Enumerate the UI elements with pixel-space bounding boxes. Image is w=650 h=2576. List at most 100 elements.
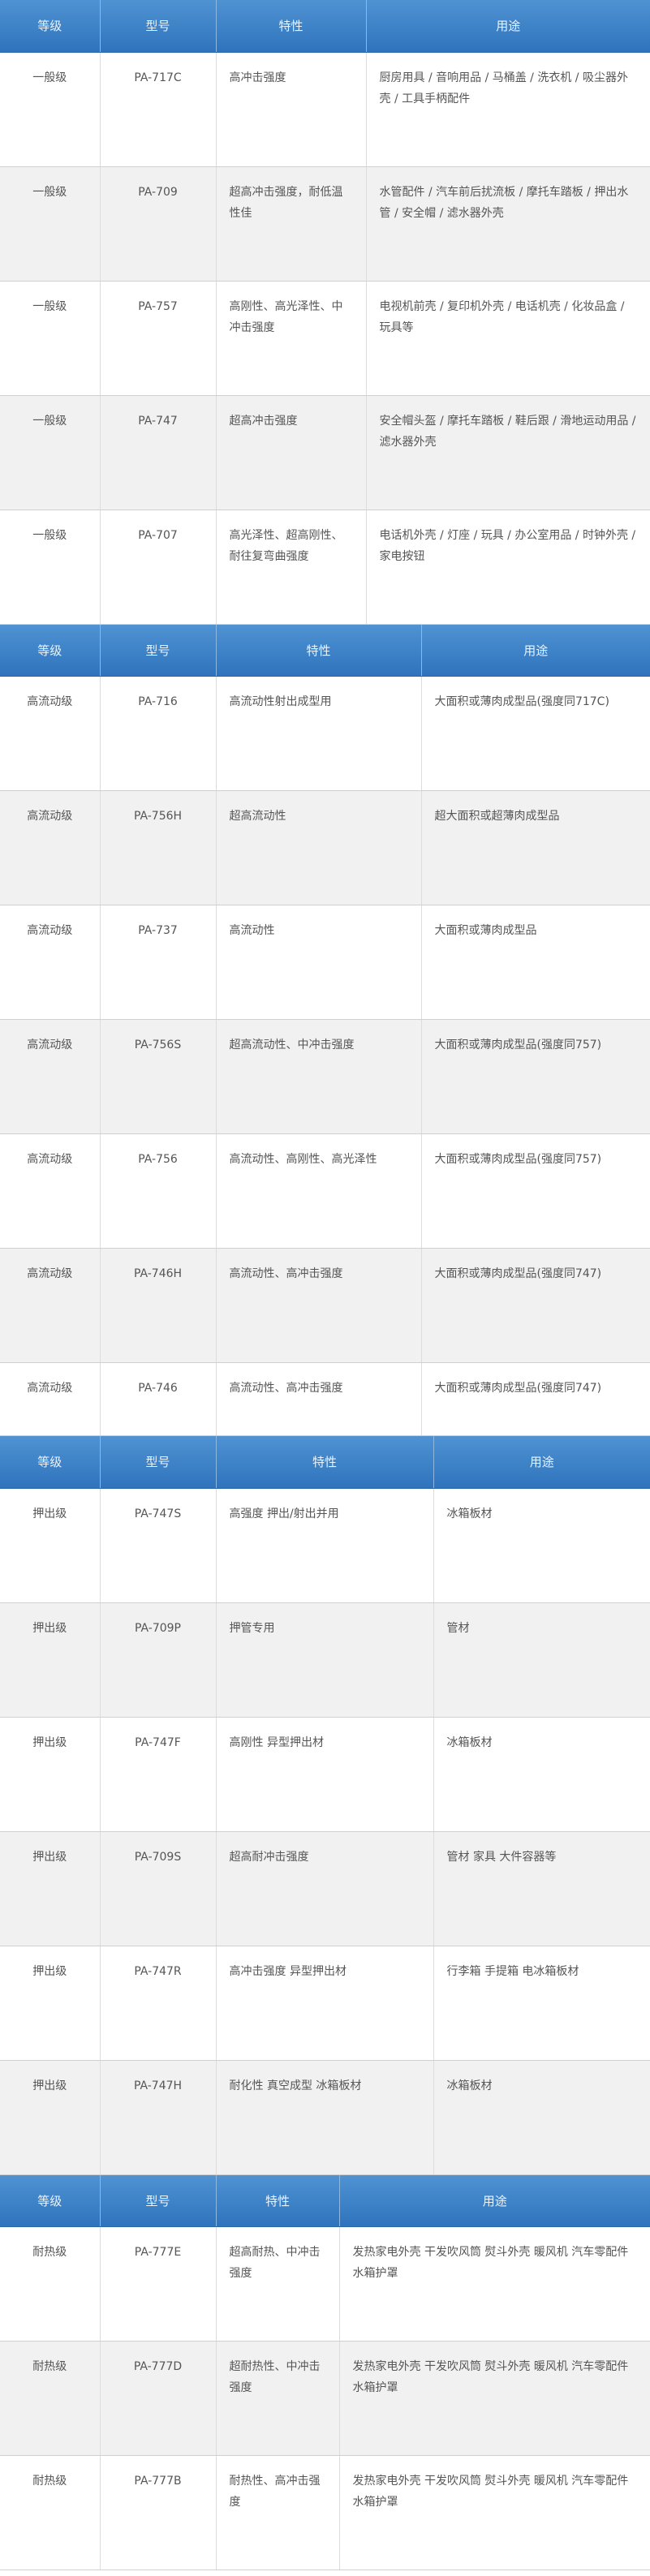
cell-usage: 大面积或薄肉成型品(强度同747) [421,1362,650,1436]
cell-usage: 管材 家具 大件容器等 [433,1831,650,1946]
cell-grade: 高流动级 [0,1133,101,1249]
cell-model: PA-747F [100,1717,217,1832]
header-grade: 等级 [0,624,101,677]
cell-grade: 高流动级 [0,1019,101,1134]
header-grade: 等级 [0,2174,101,2227]
table-row: 高流动级 PA-746 高流动性、高冲击强度 大面积或薄肉成型品(强度同747) [0,1362,650,1436]
cell-model: PA-756H [100,790,217,905]
cell-property: 押管专用 [216,1602,434,1718]
cell-usage: 行李箱 手提箱 电冰箱板材 [433,1946,650,2061]
cell-grade: 押出级 [0,1602,101,1718]
cell-usage: 大面积或薄肉成型品 [421,905,650,1020]
cell-model: PA-709 [100,166,217,282]
cell-model: PA-747S [100,1488,217,1603]
table-row: 高流动级 PA-737 高流动性 大面积或薄肉成型品 [0,905,650,1020]
table-row: 押出级 PA-709S 超高耐冲击强度 管材 家具 大件容器等 [0,1831,650,1946]
cell-grade: 一般级 [0,166,101,282]
table-row: 押出级 PA-747F 高刚性 异型押出材 冰箱板材 [0,1717,650,1832]
table-row: 高流动级 PA-756 高流动性、高刚性、高光泽性 大面积或薄肉成型品(强度同7… [0,1133,650,1249]
header-model: 型号 [100,1436,217,1489]
cell-grade: 押出级 [0,1946,101,2061]
table-row: 押出级 PA-747H 耐化性 真空成型 冰箱板材 冰箱板材 [0,2060,650,2175]
cell-grade: 押出级 [0,1717,101,1832]
cell-property: 高流动性、高刚性、高光泽性 [216,1133,422,1249]
table-row: 高流动级 PA-756H 超高流动性 超大面积或超薄肉成型品 [0,790,650,905]
cell-property: 高流动性、高冲击强度 [216,1248,422,1363]
cell-property: 高刚性、高光泽性、中冲击强度 [216,281,367,396]
cell-usage: 大面积或薄肉成型品(强度同757) [421,1133,650,1249]
header-model: 型号 [100,0,217,53]
table-row: 一般级 PA-717C 高冲击强度 厨房用具 / 音响用品 / 马桶盖 / 洗衣… [0,52,650,167]
cell-usage: 发热家电外壳 干发吹风筒 熨斗外壳 暖风机 汽车零配件 水箱护罩 [339,2226,650,2342]
cell-usage: 大面积或薄肉成型品(强度同747) [421,1248,650,1363]
cell-property: 超耐热性、中冲击强度 [216,2341,340,2456]
cell-property: 超高耐冲击强度 [216,1831,434,1946]
header-model: 型号 [100,624,217,677]
header-usage: 用途 [421,624,650,677]
cell-model: PA-756 [100,1133,217,1249]
cell-property: 高冲击强度 [216,52,367,167]
general-grade-table: 等级 型号 特性 用途 一般级 PA-717C 高冲击强度 厨房用具 / 音响用… [0,0,650,625]
cell-property: 高光泽性、超高刚性、耐往复弯曲强度 [216,510,367,625]
cell-model: PA-716 [100,676,217,791]
table-row: 耐热级 PA-777B 耐热性、高冲击强度 发热家电外壳 干发吹风筒 熨斗外壳 … [0,2455,650,2570]
cell-usage: 厨房用具 / 音响用品 / 马桶盖 / 洗衣机 / 吸尘器外壳 / 工具手柄配件 [366,52,650,167]
table-row: 高流动级 PA-716 高流动性射出成型用 大面积或薄肉成型品(强度同717C) [0,676,650,791]
cell-model: PA-717C [100,52,217,167]
cell-usage: 安全帽头盔 / 摩托车踏板 / 鞋后跟 / 滑地运动用品 / 滤水器外壳 [366,395,650,510]
cell-grade: 耐热级 [0,2341,101,2456]
table-row: 一般级 PA-709 超高冲击强度，耐低温性佳 水管配件 / 汽车前后扰流板 /… [0,166,650,282]
cell-usage: 电话机外壳 / 灯座 / 玩具 / 办公室用品 / 时钟外壳 / 家电按钮 [366,510,650,625]
header-usage: 用途 [339,2174,650,2227]
cell-property: 超高流动性 [216,790,422,905]
cell-model: PA-757 [100,281,217,396]
cell-property: 耐化性 真空成型 冰箱板材 [216,2060,434,2175]
cell-grade: 押出级 [0,2060,101,2175]
cell-property: 高流动性射出成型用 [216,676,422,791]
cell-model: PA-746H [100,1248,217,1363]
cell-usage: 冰箱板材 [433,2060,650,2175]
table-row: 耐热级 PA-777D 超耐热性、中冲击强度 发热家电外壳 干发吹风筒 熨斗外壳… [0,2341,650,2456]
cell-property: 耐热性、高冲击强度 [216,2455,340,2570]
cell-usage: 发热家电外壳 干发吹风筒 熨斗外壳 暖风机 汽车零配件 水箱护罩 [339,2455,650,2570]
cell-usage: 发热家电外壳 干发吹风筒 熨斗外壳 暖风机 汽车零配件 水箱护罩 [339,2341,650,2456]
table-header-row: 等级 型号 特性 用途 [0,624,650,677]
table-header-row: 等级 型号 特性 用途 [0,0,650,53]
table-row: 耐热级 PA-777E 超高耐热、中冲击强度 发热家电外壳 干发吹风筒 熨斗外壳… [0,2226,650,2342]
cell-model: PA-747H [100,2060,217,2175]
cell-property: 超高耐热、中冲击强度 [216,2226,340,2342]
cell-grade: 耐热级 [0,2226,101,2342]
cell-model: PA-709S [100,1831,217,1946]
cell-grade: 高流动级 [0,1248,101,1363]
cell-property: 高流动性 [216,905,422,1020]
header-property: 特性 [216,0,367,53]
header-property: 特性 [216,624,422,677]
heat-resistant-grade-table: 等级 型号 特性 用途 耐热级 PA-777E 超高耐热、中冲击强度 发热家电外… [0,2174,650,2570]
table-row: 高流动级 PA-756S 超高流动性、中冲击强度 大面积或薄肉成型品(强度同75… [0,1019,650,1134]
cell-grade: 一般级 [0,510,101,625]
high-flow-grade-table: 等级 型号 特性 用途 高流动级 PA-716 高流动性射出成型用 大面积或薄肉… [0,624,650,1436]
table-row: 一般级 PA-707 高光泽性、超高刚性、耐往复弯曲强度 电话机外壳 / 灯座 … [0,510,650,625]
table-row: 押出级 PA-709P 押管专用 管材 [0,1602,650,1718]
cell-grade: 高流动级 [0,790,101,905]
cell-grade: 一般级 [0,395,101,510]
cell-grade: 一般级 [0,281,101,396]
cell-property: 高冲击强度 异型押出材 [216,1946,434,2061]
header-grade: 等级 [0,1436,101,1489]
table-row: 高流动级 PA-746H 高流动性、高冲击强度 大面积或薄肉成型品(强度同747… [0,1248,650,1363]
cell-usage: 大面积或薄肉成型品(强度同717C) [421,676,650,791]
cell-property: 超高流动性、中冲击强度 [216,1019,422,1134]
table-header-row: 等级 型号 特性 用途 [0,2174,650,2227]
cell-model: PA-737 [100,905,217,1020]
cell-grade: 耐热级 [0,2455,101,2570]
cell-model: PA-746 [100,1362,217,1436]
header-model: 型号 [100,2174,217,2227]
cell-model: PA-709P [100,1602,217,1718]
cell-model: PA-747R [100,1946,217,2061]
cell-property: 超高冲击强度，耐低温性佳 [216,166,367,282]
header-property: 特性 [216,1436,434,1489]
cell-property: 超高冲击强度 [216,395,367,510]
cell-usage: 超大面积或超薄肉成型品 [421,790,650,905]
table-row: 一般级 PA-747 超高冲击强度 安全帽头盔 / 摩托车踏板 / 鞋后跟 / … [0,395,650,510]
cell-usage: 大面积或薄肉成型品(强度同757) [421,1019,650,1134]
